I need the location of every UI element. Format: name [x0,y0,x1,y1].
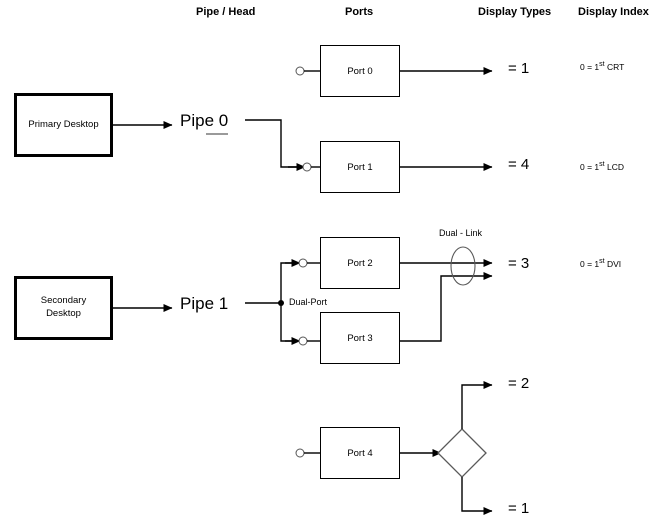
display-type-4: = 4 [508,156,530,173]
display-type-1-bottom: = 1 [508,500,530,517]
display-index-crt: 0 = 1st CRT [580,61,625,72]
pipe-1-label: Pipe 1 [180,294,229,313]
pipe-0-underline [206,133,228,135]
column-header-display-types: Display Types [478,6,552,18]
column-header-display-index: Display Index [578,6,649,18]
port-4-label: Port 4 [347,447,373,459]
secondary-desktop-label-line2: Desktop [46,308,81,319]
display-index-lcd: 0 = 1st LCD [580,161,624,172]
edge-pipe0-to-port1 [245,119,320,172]
secondary-desktop-label-line1: Secondary [40,295,87,307]
display-index-crt-suffix: CRT [604,62,625,72]
splitter-diamond [437,428,487,478]
secondary-desktop-box[interactable]: Secondary Desktop [14,276,113,340]
dual-link-ellipse [450,246,476,286]
edge-port3-to-display3 [400,272,493,342]
pipe-0-label: Pipe 0 [180,111,229,130]
column-header-pipe-head: Pipe / Head [196,6,256,18]
port-0-label: Port 0 [347,65,373,77]
port-3-box[interactable]: Port 3 [320,312,400,364]
port-2-label: Port 2 [347,257,373,269]
display-type-2: = 2 [508,375,530,392]
display-type-1: = 1 [508,60,530,77]
port-2-box[interactable]: Port 2 [320,237,400,289]
edge-splitter-to-display1 [461,477,493,515]
display-type-3: = 3 [508,255,530,272]
diagram-canvas: Pipe / Head Ports Display Types Display … [0,0,656,527]
display-index-lcd-prefix: 0 = 1 [580,162,600,172]
column-header-ports: Ports [345,6,374,18]
display-index-dvi-prefix: 0 = 1 [580,259,600,269]
port-0-box[interactable]: Port 0 [320,45,400,97]
port-1-label: Port 1 [347,161,373,173]
secondary-desktop-label: Secondary Desktop [41,295,86,321]
display-index-dvi-suffix: DVI [604,259,622,269]
edge-input-port4 [295,448,320,458]
display-index-lcd-suffix: LCD [604,162,624,172]
port-1-box[interactable]: Port 1 [320,141,400,193]
primary-desktop-box[interactable]: Primary Desktop [14,93,113,157]
edge-splitter-to-display2 [461,381,493,429]
display-index-dvi: 0 = 1st DVI [580,258,622,269]
display-index-crt-prefix: 0 = 1 [580,62,600,72]
dual-port-label: Dual-Port [288,297,329,307]
edge-input-port0 [295,66,320,76]
port-3-label: Port 3 [347,332,373,344]
dual-link-label: Dual - Link [438,228,484,238]
primary-desktop-label: Primary Desktop [28,118,99,130]
port-4-box[interactable]: Port 4 [320,427,400,479]
